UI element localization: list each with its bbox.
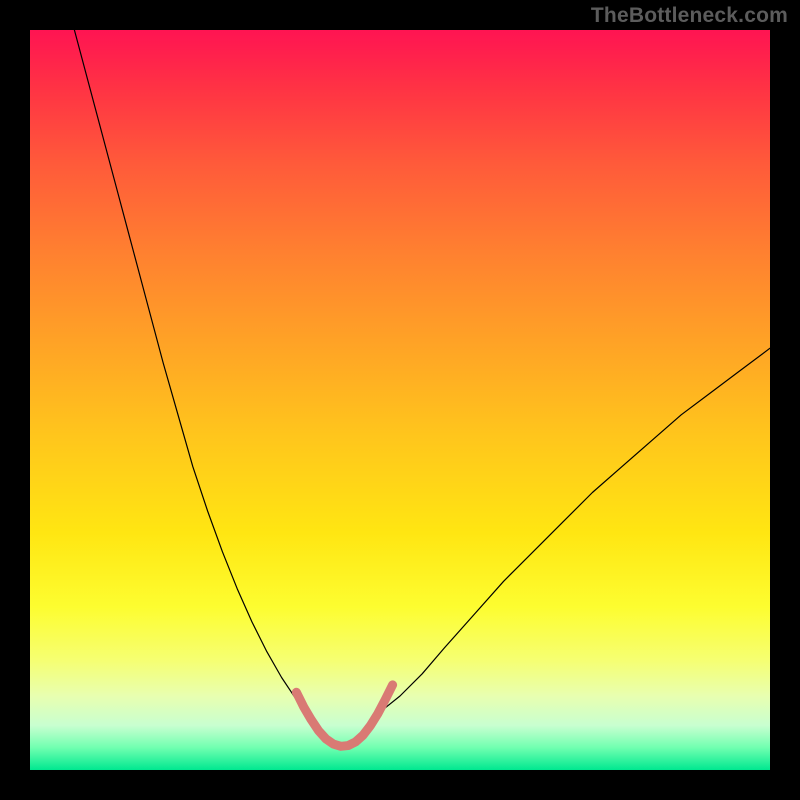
series-left-curve	[74, 30, 307, 711]
chart-frame: TheBottleneck.com	[0, 0, 800, 800]
series-valley-highlight	[296, 685, 392, 746]
watermark-text: TheBottleneck.com	[591, 4, 788, 28]
plot-area	[30, 30, 770, 770]
plot-svg	[30, 30, 770, 770]
series-right-curve	[382, 348, 771, 711]
